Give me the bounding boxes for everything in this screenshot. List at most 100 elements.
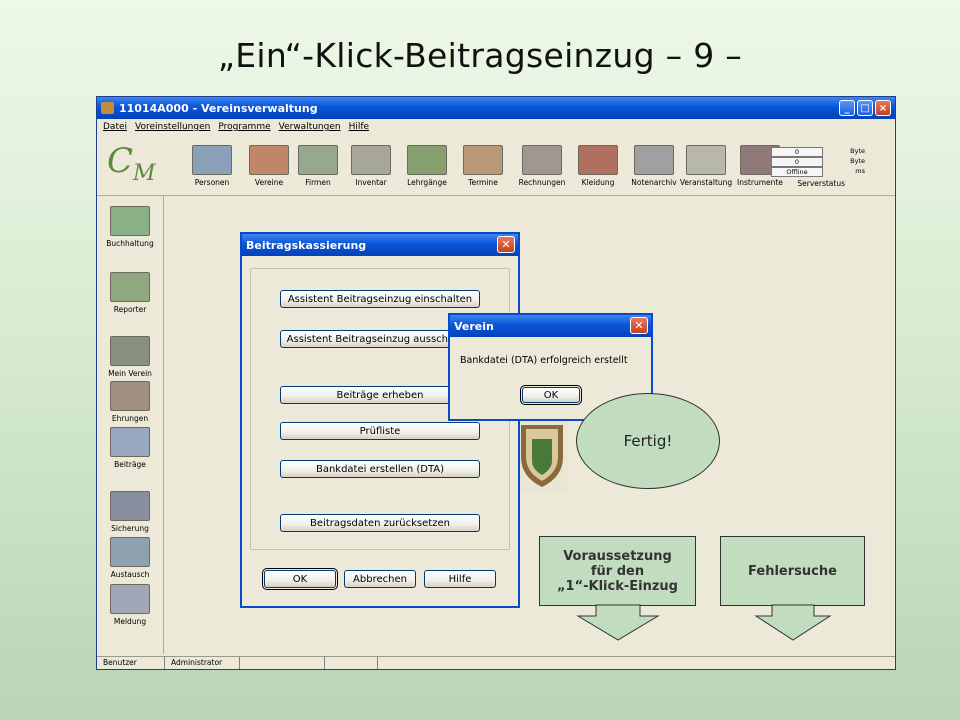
menu-datei[interactable]: Datei bbox=[103, 122, 127, 132]
menu-programme[interactable]: Programme bbox=[218, 122, 270, 132]
toolbar-veranstaltung[interactable]: Veranstaltung bbox=[679, 145, 733, 187]
sidebar-item-label: Ehrungen bbox=[111, 414, 149, 423]
prerequisite-line-3: „1“-Klick-Einzug bbox=[557, 578, 678, 594]
verein-message: Bankdatei (DTA) erfolgreich erstellt bbox=[460, 355, 628, 366]
menu-hilfe[interactable]: Hilfe bbox=[349, 122, 369, 132]
status-value-2: 0 bbox=[771, 157, 823, 167]
toolbar-rechnungen[interactable]: Rechnungen bbox=[515, 145, 569, 187]
verein-close-button[interactable]: ✕ bbox=[630, 317, 648, 334]
sidebar-item-buchhaltung[interactable]: Buchhaltung bbox=[97, 206, 163, 248]
calendar-icon bbox=[463, 145, 503, 175]
troubleshooting-arrow-icon bbox=[754, 604, 832, 641]
beitragskassierung-title: Beitragskassierung bbox=[246, 238, 367, 252]
sidebar-item-reporter[interactable]: Reporter bbox=[97, 272, 163, 314]
minimize-button[interactable]: _ bbox=[839, 100, 855, 116]
inventory-icon bbox=[351, 145, 391, 175]
toolbar-kleidung[interactable]: Kleidung bbox=[571, 145, 625, 187]
statusbar-field-3 bbox=[240, 657, 325, 669]
prerequisite-box: Voraussetzung für den „1“-Klick-Einzug bbox=[539, 536, 696, 606]
sidebar-item-label: Beiträge bbox=[114, 460, 146, 469]
create-bank-file-button[interactable]: Bankdatei erstellen (DTA) bbox=[280, 460, 480, 478]
invoice-icon bbox=[522, 145, 562, 175]
toolbar-inventar[interactable]: Inventar bbox=[344, 145, 398, 187]
sheet-music-icon bbox=[634, 145, 674, 175]
sidebar-item-austausch[interactable]: Austausch bbox=[97, 537, 163, 579]
slide-title: „Ein“-Klick-Beitragseinzug – 9 – bbox=[217, 36, 743, 75]
toolbar-label: Rechnungen bbox=[518, 178, 566, 187]
help-button[interactable]: Hilfe bbox=[424, 570, 496, 588]
toolbar-label: Kleidung bbox=[581, 178, 615, 187]
toolbar: CM Personen Vereine Firmen Inventar Lehrgäng… bbox=[97, 135, 895, 196]
done-callout: Fertig! bbox=[576, 393, 720, 489]
toolbar-lehrg-nge[interactable]: Lehrgänge bbox=[400, 145, 454, 187]
laptop-icon bbox=[110, 491, 150, 521]
prerequisite-line-1: Voraussetzung bbox=[563, 548, 672, 564]
sidebar-item-beitr-ge[interactable]: Beiträge bbox=[97, 427, 163, 469]
event-icon bbox=[686, 145, 726, 175]
sidebar-item-label: Buchhaltung bbox=[106, 239, 154, 248]
toolbar-vereine[interactable]: Vereine bbox=[242, 145, 296, 187]
people-icon bbox=[192, 145, 232, 175]
ok-button[interactable]: OK bbox=[262, 568, 338, 590]
cancel-button[interactable]: Abbrechen bbox=[344, 570, 416, 588]
sidebar-item-meldung[interactable]: Meldung bbox=[97, 584, 163, 626]
exchange-icon bbox=[110, 537, 150, 567]
sidebar-item-label: Reporter bbox=[113, 305, 147, 314]
app-titlebar[interactable]: 11014A000 - Vereinsverwaltung _ □ × bbox=[97, 97, 895, 119]
toolbar-label: Vereine bbox=[254, 178, 284, 187]
sidebar-item-label: Meldung bbox=[113, 617, 147, 626]
award-icon bbox=[110, 381, 150, 411]
toolbar-personen[interactable]: Personen bbox=[185, 145, 239, 187]
statusbar-field-4 bbox=[325, 657, 378, 669]
reporter-icon bbox=[110, 272, 150, 302]
group-icon bbox=[249, 145, 289, 175]
building-icon bbox=[298, 145, 338, 175]
club-emblem-image bbox=[517, 417, 569, 491]
sidebar-item-sicherung[interactable]: Sicherung bbox=[97, 491, 163, 533]
status-value-1: 0 bbox=[771, 147, 823, 157]
toolbar-firmen[interactable]: Firmen bbox=[291, 145, 345, 187]
verein-title: Verein bbox=[454, 319, 494, 333]
menubar: Datei Voreinstellungen Programme Verwalt… bbox=[97, 119, 895, 135]
status-unit-3: ms bbox=[855, 167, 865, 175]
toolbar-label: Lehrgänge bbox=[407, 178, 447, 187]
beitragskassierung-titlebar[interactable]: Beitragskassierung ✕ bbox=[242, 234, 518, 256]
menu-voreinstellungen[interactable]: Voreinstellungen bbox=[135, 122, 210, 132]
money-icon bbox=[110, 206, 150, 236]
verein-titlebar[interactable]: Verein ✕ bbox=[450, 315, 651, 337]
beitragskassierung-close-button[interactable]: ✕ bbox=[497, 236, 515, 253]
assistant-on-button[interactable]: Assistent Beitragseinzug einschalten bbox=[280, 290, 480, 308]
clothing-icon bbox=[578, 145, 618, 175]
statusbar-user-value: Administrator bbox=[165, 657, 240, 669]
prerequisite-arrow-icon bbox=[576, 604, 660, 641]
toolbar-label: Firmen bbox=[305, 178, 331, 187]
sidebar-item-label: Mein Verein bbox=[108, 369, 152, 378]
reset-fee-data-button[interactable]: Beitragsdaten zurücksetzen bbox=[280, 514, 480, 532]
toolbar-termine[interactable]: Termine bbox=[456, 145, 510, 187]
statusbar: Benutzer Administrator bbox=[97, 656, 895, 669]
prerequisite-line-2: für den bbox=[590, 563, 645, 579]
sidebar-item-mein-verein[interactable]: Mein Verein bbox=[97, 336, 163, 378]
menu-verwaltungen[interactable]: Verwaltungen bbox=[279, 122, 341, 132]
status-value-3: Offline bbox=[771, 167, 823, 177]
sidebar-item-ehrungen[interactable]: Ehrungen bbox=[97, 381, 163, 423]
cvm-logo: CM bbox=[107, 141, 156, 186]
app-title: 11014A000 - Vereinsverwaltung bbox=[119, 101, 318, 115]
sidebar: Buchhaltung Reporter Mein Verein Ehrungen Be… bbox=[97, 196, 164, 654]
fees-icon bbox=[110, 427, 150, 457]
checklist-button[interactable]: Prüfliste bbox=[280, 422, 480, 440]
sidebar-item-label: Sicherung bbox=[111, 524, 149, 533]
course-icon bbox=[407, 145, 447, 175]
status-unit-1: Byte bbox=[850, 147, 865, 155]
maximize-button[interactable]: □ bbox=[857, 100, 873, 116]
toolbar-label: Notenarchiv bbox=[631, 178, 677, 187]
app-icon bbox=[101, 102, 114, 114]
toolbar-notenarchiv[interactable]: Notenarchiv bbox=[627, 145, 681, 187]
close-button[interactable]: × bbox=[875, 100, 891, 116]
status-unit-2: Byte bbox=[850, 157, 865, 165]
verein-ok-button[interactable]: OK bbox=[520, 385, 582, 405]
report-icon bbox=[110, 584, 150, 614]
sidebar-item-label: Austausch bbox=[110, 570, 150, 579]
toolbar-label: Inventar bbox=[355, 178, 387, 187]
serverstatus-label: Serverstatus bbox=[797, 179, 845, 188]
